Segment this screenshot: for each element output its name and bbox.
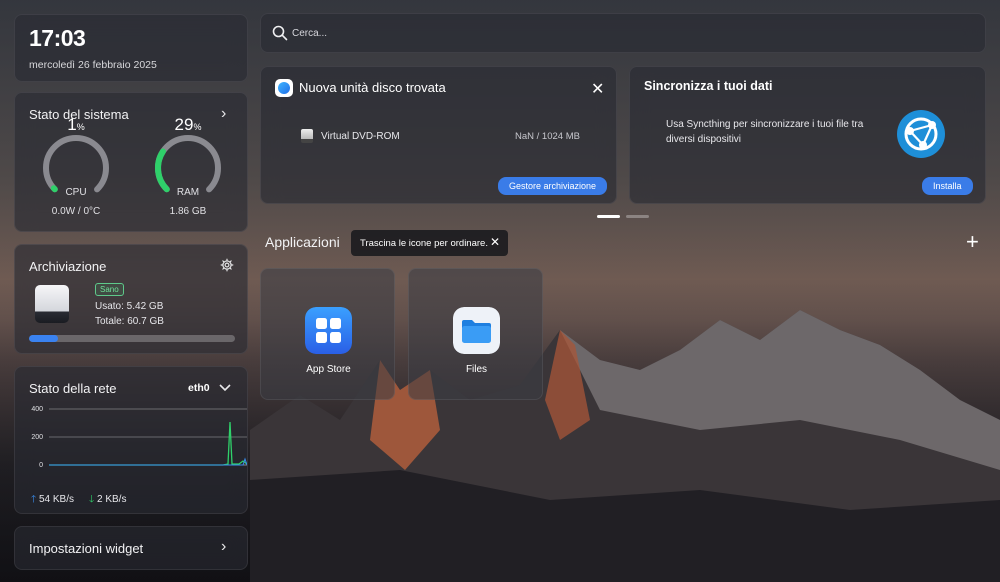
widget-settings-button[interactable]: Impostazioni widget › <box>14 526 248 570</box>
upload-series <box>49 457 247 466</box>
app-label: App Store <box>306 364 351 375</box>
storage-used: Usato: 5.42 GB <box>95 301 164 312</box>
app-tile-app-store[interactable]: App Store <box>260 268 395 400</box>
interface-select[interactable]: eth0 <box>188 382 210 394</box>
cpu-label: CPU <box>65 187 87 198</box>
app-store-icon <box>305 307 352 354</box>
hard-drive-icon <box>35 285 69 323</box>
close-icon[interactable]: ✕ <box>591 79 604 99</box>
arrow-down-icon: 🡓 <box>89 494 95 505</box>
tooltip-text: Trascina le icone per ordinare. <box>360 238 488 249</box>
device-size: NaN / 1024 MB <box>515 131 580 142</box>
new-disk-title: Nuova unità disco trovata <box>299 80 446 95</box>
sync-description: Usa Syncthing per sincronizzare i tuoi f… <box>666 119 864 145</box>
add-app-button[interactable]: + <box>966 229 979 255</box>
cpu-power-temp: 0.0W / 0°C <box>51 206 101 217</box>
health-badge: Sano <box>95 283 124 296</box>
search-input[interactable]: Cerca... <box>292 28 327 39</box>
apps-section-title: Applicazioni <box>265 234 340 250</box>
network-widget: Stato della rete eth0 400 200 0 🡑 54 KB/… <box>14 366 248 514</box>
app-label: Files <box>465 364 488 375</box>
syncthing-logo-icon <box>897 110 945 158</box>
carousel-dot[interactable] <box>626 215 649 218</box>
sync-promo-card: Sincronizza i tuoi dati Usa Syncthing pe… <box>629 66 986 204</box>
dvd-drive-icon <box>301 129 313 143</box>
app-tile-files[interactable]: Files <box>408 268 543 400</box>
ram-used: 1.86 GB <box>169 206 207 217</box>
carousel-dot-active[interactable] <box>597 215 620 218</box>
device-name: Virtual DVD-ROM <box>321 131 400 142</box>
upload-speed: 🡑 54 KB/s <box>31 494 75 505</box>
chevron-down-icon[interactable] <box>219 383 231 393</box>
new-disk-notification: Nuova unità disco trovata ✕ Virtual DVD-… <box>260 66 617 204</box>
network-chart: 400 200 0 <box>31 406 247 469</box>
gear-icon[interactable] <box>220 258 234 272</box>
clock-time: 17:03 <box>29 25 86 51</box>
close-icon[interactable]: ✕ <box>490 235 500 249</box>
casaos-logo-icon <box>275 79 293 97</box>
widget-settings-label: Impostazioni widget <box>29 541 144 556</box>
drag-hint-tooltip: Trascina le icone per ordinare. ✕ <box>351 230 508 256</box>
storage-title: Archiviazione <box>29 259 107 274</box>
y-tick-200: 200 <box>31 434 43 441</box>
search-icon <box>272 25 288 41</box>
download-series <box>49 421 247 466</box>
install-button[interactable]: Installa <box>922 177 973 195</box>
system-status-widget[interactable]: Stato del sistema › 1% CPU 0.0W / 0°C 29… <box>14 92 248 232</box>
search-bar[interactable]: Cerca... <box>260 13 986 53</box>
y-tick-400: 400 <box>31 406 43 413</box>
storage-total: Totale: 60.7 GB <box>95 316 164 327</box>
y-tick-0: 0 <box>39 462 43 469</box>
arrow-up-icon: 🡑 <box>31 494 37 505</box>
storage-manager-button[interactable]: Gestore archiviazione <box>498 177 608 195</box>
ram-value: 29% <box>174 115 202 134</box>
clock-widget: 17:03 mercoledì 26 febbraio 2025 <box>14 14 248 82</box>
download-speed: 🡓 2 KB/s <box>89 494 127 505</box>
ram-label: RAM <box>176 187 200 198</box>
sync-title: Sincronizza i tuoi dati <box>644 79 773 93</box>
storage-usage-fill <box>29 335 58 342</box>
clock-date: mercoledì 26 febbraio 2025 <box>29 59 157 71</box>
cpu-value: 1% <box>67 115 85 134</box>
storage-usage-bar <box>29 335 235 342</box>
storage-widget[interactable]: Archiviazione Sano Usato: 5.42 GB Totale… <box>14 244 248 354</box>
folder-icon <box>453 307 500 354</box>
chevron-right-icon: › <box>221 538 227 555</box>
network-title: Stato della rete <box>29 381 117 396</box>
